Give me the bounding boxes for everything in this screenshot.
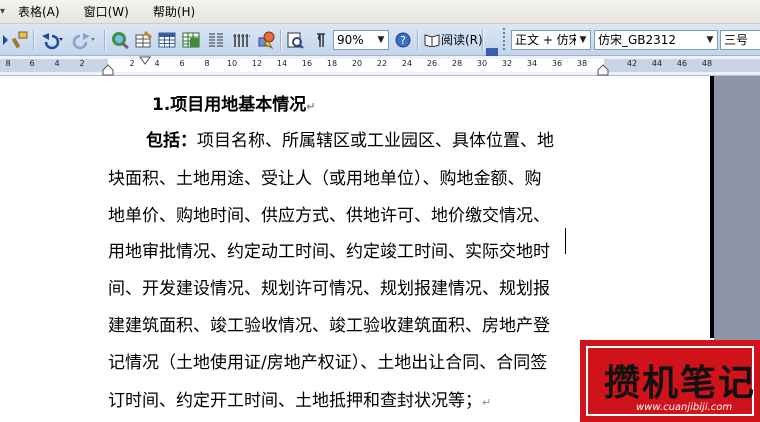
paragraph-line: 订时间、约定开工时间、土地抵押和查封状况等；↵	[108, 391, 492, 411]
ruler-tick-label: 28	[451, 59, 463, 68]
document-map-icon[interactable]	[285, 30, 305, 50]
ruler-tick-label: 14	[276, 59, 288, 68]
standard-toolbar: 90% ▼ ? 阅读(R) 正文 + 仿宋 ▼ 仿宋_GB2312 ▼ 三号	[0, 24, 760, 80]
chevron-down-icon[interactable]: ▼	[374, 31, 388, 49]
paragraph-line: 记情况（土地使用证/房地产权证）、土地出让合同、合同签	[108, 353, 548, 373]
menu-bar: ▾ 表格(A) 窗口(W) 帮助(H)	[0, 0, 760, 24]
zoom-select[interactable]: 90% ▼	[333, 30, 389, 50]
read-book-icon	[424, 30, 440, 50]
toolbar-grip[interactable]	[503, 28, 506, 50]
columns-icon[interactable]	[206, 30, 226, 50]
first-line-indent-marker[interactable]	[139, 56, 151, 66]
ruler-tick-label: 6	[179, 59, 185, 68]
ruler-tick-label: 8	[204, 59, 210, 68]
paragraph-line: 包括：项目名称、所属辖区或工业园区、具体位置、地	[146, 131, 554, 151]
read-mode-button[interactable]: 阅读(R)	[441, 30, 483, 50]
style-value: 正文 + 仿宋	[515, 33, 581, 47]
ruler-tick-label: 34	[526, 59, 538, 68]
ruler-tick-label: 48	[701, 59, 713, 68]
text-cursor	[565, 228, 566, 254]
ruler-tick-label: 12	[251, 59, 263, 68]
show-hide-marks-icon[interactable]	[309, 30, 329, 50]
format-painter-icon[interactable]	[10, 30, 30, 50]
paragraph-line: 建建筑面积、竣工验收情况、竣工验收建筑面积、房地产登	[108, 316, 550, 336]
ruler-tick-label: 8	[5, 59, 11, 68]
ruler-tick-label: 10	[226, 59, 238, 68]
menu-table[interactable]: 表格(A)	[18, 3, 60, 20]
ruler-tick-label: 18	[326, 59, 338, 68]
ruler-tick-label: 2	[79, 59, 85, 68]
watermark-logo: 攒机笔记 www.cuanjibiji.com	[580, 340, 760, 422]
paragraph-mark: ↵	[482, 396, 492, 409]
font-value: 仿宋_GB2312	[598, 33, 677, 47]
watermark-text: 攒机笔记	[604, 363, 757, 404]
font-size-select[interactable]: 三号	[720, 30, 760, 50]
ruler-tick-label: 20	[351, 59, 363, 68]
ruler-tick-label: 2	[129, 59, 135, 68]
ruler-tick-label: 26	[426, 59, 438, 68]
ruler-tick-label: 4	[154, 59, 160, 68]
ruler-tick-label: 32	[501, 59, 513, 68]
insert-table-icon[interactable]	[157, 30, 177, 50]
help-icon[interactable]: ?	[393, 30, 413, 50]
hyperlink-icon[interactable]	[110, 30, 130, 50]
paragraph-line: 地单价、购地时间、供应方式、供地许可、地价缴交情况、	[108, 206, 550, 226]
lead-label: 包括：	[146, 131, 197, 151]
font-select[interactable]: 仿宋_GB2312 ▼	[594, 30, 718, 50]
ruler-tick-label: 42	[626, 59, 638, 68]
ruler-tick-label: 36	[551, 59, 563, 68]
section-heading: 1.项目用地基本情况↵	[152, 95, 316, 115]
menu-help[interactable]: 帮助(H)	[153, 3, 195, 20]
left-indent-marker[interactable]	[102, 64, 114, 76]
drawing-icon[interactable]	[256, 30, 276, 50]
menu-overflow-icon[interactable]: ▾	[0, 6, 10, 17]
horizontal-ruler[interactable]: 8 6 4 2 2 4 6 8 10 12 14 16 18 20 22 24 …	[0, 56, 760, 76]
font-size-value: 三号	[724, 33, 749, 47]
paragraph-mark: ↵	[306, 100, 316, 113]
ruler-tick-label: 38	[576, 59, 588, 68]
ruler-tick-label: 4	[54, 59, 60, 68]
tables-borders-icon[interactable]	[133, 30, 153, 50]
zoom-value: 90%	[337, 33, 364, 47]
ruler-tick-label: 6	[29, 59, 35, 68]
style-select[interactable]: 正文 + 仿宋 ▼	[511, 30, 591, 50]
menu-window[interactable]: 窗口(W)	[84, 3, 129, 20]
paragraph-line: 块面积、土地用途、受让人（或用地单位）、购地金额、购	[108, 169, 542, 189]
chevron-down-icon[interactable]: ▼	[703, 31, 717, 49]
paragraph-line: 间、开发建设情况、规划许可情况、规划报建情况、规划报	[108, 279, 550, 299]
toolbar-left-arrow-icon[interactable]	[0, 30, 10, 50]
ruler-tick-label: 24	[401, 59, 413, 68]
ruler-tick-label: 44	[651, 59, 663, 68]
columns-layout-icon[interactable]	[232, 30, 252, 50]
chevron-down-icon[interactable]: ▼	[576, 31, 590, 49]
paragraph-line: 用地审批情况、约定动工时间、约定竣工时间、实际交地时	[108, 242, 550, 262]
ruler-tick-label: 30	[476, 59, 488, 68]
insert-excel-icon[interactable]	[181, 30, 201, 50]
right-indent-marker[interactable]	[597, 64, 609, 76]
redo-icon[interactable]	[70, 30, 98, 50]
ruler-tick-label: 16	[301, 59, 313, 68]
ruler-tick-label: 22	[376, 59, 388, 68]
undo-icon[interactable]	[38, 30, 66, 50]
svg-text:?: ?	[400, 34, 406, 47]
watermark-url: www.cuanjibiji.com	[636, 402, 733, 413]
ruler-tick-label: 46	[676, 59, 688, 68]
